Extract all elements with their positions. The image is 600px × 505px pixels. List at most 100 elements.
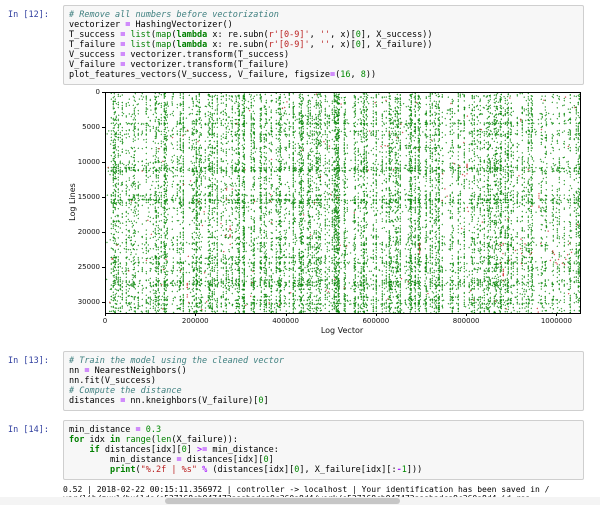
code-line: # Train the model using the cleaned vect…	[69, 356, 578, 366]
y-tick-mark	[102, 92, 105, 93]
code-editor-12[interactable]: # Remove all numbers before vectorizatio…	[63, 5, 584, 85]
code-token-pl: min_distance	[69, 455, 176, 465]
code-line: T_success = list(map(lambda x: re.subn(r…	[69, 30, 578, 40]
code-token-pl: V_success	[69, 50, 120, 60]
code-token-pl: HashingVectorizer()	[130, 20, 232, 30]
code-token-pl: (X_failure)):	[171, 435, 238, 445]
y-tick-label: 0	[63, 88, 100, 96]
code-token-st: ''	[320, 40, 330, 50]
code-token-nu: 16	[340, 70, 350, 80]
code-token-cm: # Train the model using the cleaned vect…	[69, 356, 284, 366]
y-tick-label: 30000	[63, 298, 100, 306]
y-tick-mark	[102, 162, 105, 163]
code-token-pl: distances	[69, 396, 120, 406]
code-line: V_success = vectorizer.transform(T_succe…	[69, 50, 578, 60]
code-token-kw: for	[69, 435, 84, 445]
code-line: min_distance = distances[idx][0]	[69, 455, 578, 465]
code-line: vectorizer = HashingVectorizer()	[69, 20, 578, 30]
code-token-pl: distances[idx][	[182, 455, 264, 465]
x-tick-mark	[376, 313, 377, 316]
code-token-pl: vectorizer.transform(T_failure)	[125, 60, 289, 70]
input-prompt-13: In [13]:	[8, 351, 63, 366]
code-cell-12: In [12]: # Remove all numbers before vec…	[8, 5, 592, 85]
notebook: In [12]: # Remove all numbers before vec…	[0, 0, 600, 505]
code-cell-13: In [13]: # Train the model using the cle…	[8, 351, 592, 411]
code-line: # Compute the distance	[69, 386, 578, 396]
code-line: min_distance = 0.3	[69, 425, 578, 435]
y-tick-label: 10000	[63, 158, 100, 166]
code-token-pl	[69, 465, 110, 475]
plot-area	[105, 92, 581, 314]
y-tick-label: 5000	[63, 123, 100, 131]
code-token-kw: print	[110, 465, 136, 475]
code-line: nn.fit(V_success)	[69, 376, 578, 386]
code-token-pl: ]	[269, 455, 274, 465]
y-axis-label: Log Lines	[68, 167, 78, 237]
horizontal-scrollbar-thumb[interactable]	[165, 498, 400, 504]
code-token-pl: distances[idx][	[100, 445, 182, 455]
code-token-pl: (distances[idx][	[207, 465, 294, 475]
code-token-nu: 0.3	[146, 425, 161, 435]
code-token-pl: vectorizer	[69, 20, 125, 30]
code-line: for idx in range(len(X_failure)):	[69, 435, 578, 445]
code-line: T_failure = list(map(lambda x: re.subn(r…	[69, 40, 578, 50]
code-token-cm: # Remove all numbers before vectorizatio…	[69, 10, 279, 20]
code-token-pl: ], X_failure[idx][:	[299, 465, 396, 475]
code-line: # Remove all numbers before vectorizatio…	[69, 10, 578, 20]
x-tick-mark	[195, 313, 196, 316]
code-cell-14: In [14]: min_distance = 0.3for idx in ra…	[8, 420, 592, 480]
code-token-pl: , x)[	[330, 30, 356, 40]
code-token-pl: ,	[310, 30, 320, 40]
x-tick-mark	[556, 313, 557, 316]
code-token-pl: x: re.subn(	[207, 30, 268, 40]
code-token-pl: nn.kneighbors(V_failure)[	[125, 396, 258, 406]
x-tick-label: 800000	[453, 317, 480, 325]
figure: Log Lines Log Vector 0200000400000600000…	[63, 89, 591, 337]
scatter-canvas	[106, 93, 580, 313]
code-editor-13[interactable]: # Train the model using the cleaned vect…	[63, 351, 584, 411]
code-token-pl: plot_features_vectors(V_success, V_failu…	[69, 70, 330, 80]
code-token-cm: # Compute the distance	[69, 386, 182, 396]
code-token-pl	[69, 445, 89, 455]
code-token-bi: map	[156, 30, 171, 40]
code-token-pl: ]	[264, 396, 269, 406]
code-token-pl: min_distance	[69, 425, 136, 435]
code-token-pl: ]	[187, 445, 197, 455]
code-token-pl: ))	[366, 70, 376, 80]
code-line: if distances[idx][0] >= min_distance:	[69, 445, 578, 455]
code-token-pl: x: re.subn(	[207, 40, 268, 50]
code-line: V_failure = vectorizer.transform(T_failu…	[69, 60, 578, 70]
code-token-st: "%.2f | %s"	[141, 465, 197, 475]
code-editor-14[interactable]: min_distance = 0.3for idx in range(len(X…	[63, 420, 584, 480]
y-tick-mark	[102, 197, 105, 198]
code-token-pl: NearestNeighbors()	[89, 366, 186, 376]
x-tick-label: 1000000	[541, 317, 572, 325]
code-token-st: ''	[320, 30, 330, 40]
code-token-pl: V_failure	[69, 60, 120, 70]
y-tick-mark	[102, 302, 105, 303]
horizontal-scrollbar-track[interactable]	[0, 497, 600, 505]
code-token-pl: nn.fit(V_success)	[69, 376, 156, 386]
code-token-pl: , x)[	[330, 40, 356, 50]
code-token-pl: ], X_failure))	[361, 40, 433, 50]
y-tick-mark	[102, 127, 105, 128]
code-token-pl: T_success	[69, 30, 120, 40]
plot-output-12: Log Lines Log Vector 0200000400000600000…	[8, 89, 592, 337]
x-tick-label: 200000	[182, 317, 209, 325]
code-token-pl: nn	[69, 366, 84, 376]
code-line: nn = NearestNeighbors()	[69, 366, 578, 376]
y-tick-mark	[102, 267, 105, 268]
x-tick-mark	[286, 313, 287, 316]
input-prompt-12: In [12]:	[8, 5, 63, 20]
code-token-pl: ], X_success))	[361, 30, 433, 40]
input-prompt-14: In [14]:	[8, 420, 63, 435]
code-token-kw: if	[89, 445, 99, 455]
x-tick-mark	[105, 313, 106, 316]
y-tick-label: 15000	[63, 193, 100, 201]
x-tick-label: 600000	[362, 317, 389, 325]
code-token-kw: in	[110, 435, 120, 445]
code-token-pl: ,	[310, 40, 320, 50]
x-tick-label: 400000	[272, 317, 299, 325]
y-tick-label: 25000	[63, 263, 100, 271]
code-token-st: r'[0-9]'	[269, 30, 310, 40]
